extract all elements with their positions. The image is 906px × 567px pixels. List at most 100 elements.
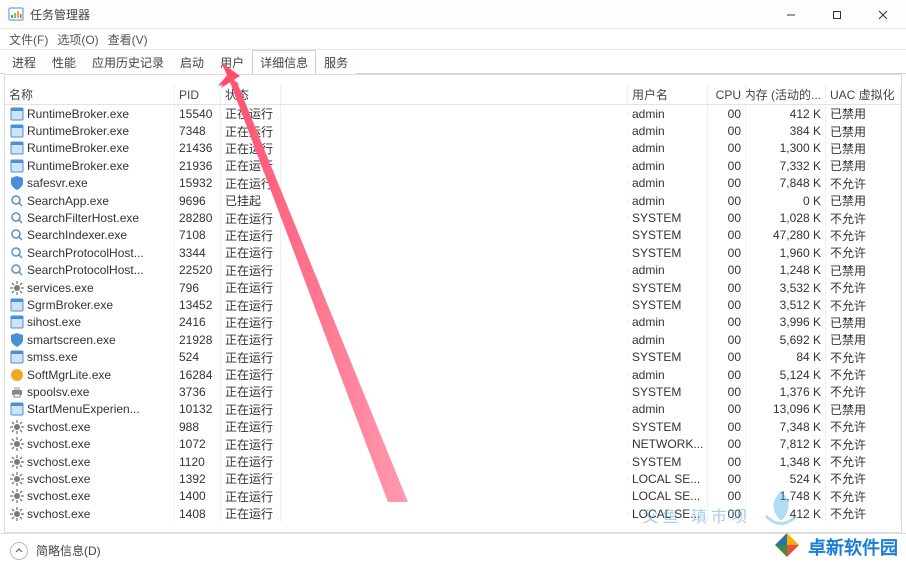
process-row[interactable]: RuntimeBroker.exe21936正在运行admin007,332 K… (5, 157, 901, 174)
process-pid: 9696 (175, 192, 221, 210)
process-cpu: 00 (708, 366, 746, 384)
process-name: svchost.exe (27, 420, 90, 434)
process-icon (9, 262, 25, 278)
process-pid: 15932 (175, 174, 221, 192)
col-header-name[interactable]: 名称 (5, 85, 175, 104)
process-user: admin (628, 261, 708, 279)
process-row[interactable]: svchost.exe1120正在运行SYSTEM001,348 K不允许 (5, 453, 901, 470)
process-user: SYSTEM (628, 209, 708, 227)
menu-view[interactable]: 查看(V) (104, 29, 152, 50)
process-status: 正在运行 (221, 503, 281, 522)
col-header-uac[interactable]: UAC 虚拟化 (826, 85, 901, 104)
tab-services[interactable]: 服务 (316, 50, 356, 74)
process-cpu: 00 (708, 226, 746, 244)
process-user: admin (628, 192, 708, 210)
process-pid: 21436 (175, 139, 221, 157)
process-row[interactable]: svchost.exe1072正在运行NETWORK...007,812 K不允… (5, 435, 901, 452)
process-memory: 5,692 K (746, 331, 826, 349)
process-icon (9, 106, 25, 122)
process-memory: 3,996 K (746, 313, 826, 331)
process-pid: 16284 (175, 366, 221, 384)
process-row[interactable]: sihost.exe2416正在运行admin003,996 K已禁用 (5, 314, 901, 331)
menu-file[interactable]: 文件(F) (5, 29, 52, 50)
process-name: RuntimeBroker.exe (27, 141, 129, 155)
process-row[interactable]: SearchProtocolHost...22520正在运行admin001,2… (5, 262, 901, 279)
col-header-status[interactable]: 状态 (221, 85, 281, 104)
process-name: sihost.exe (27, 315, 81, 329)
process-name: RuntimeBroker.exe (27, 159, 129, 173)
process-user: SYSTEM (628, 226, 708, 244)
process-pid: 15540 (175, 105, 221, 123)
tab-app-history[interactable]: 应用历史记录 (84, 50, 172, 74)
process-cpu: 00 (708, 400, 746, 418)
tab-details[interactable]: 详细信息 (252, 50, 316, 74)
process-row[interactable]: SoftMgrLite.exe16284正在运行admin005,124 K不允… (5, 366, 901, 383)
watermark-text: 卓新软件园 (808, 534, 898, 560)
process-icon (9, 436, 25, 452)
chevron-up-icon[interactable] (10, 542, 28, 560)
process-pid: 3736 (175, 383, 221, 401)
process-pid: 21928 (175, 331, 221, 349)
process-row[interactable]: StartMenuExperien...10132正在运行admin0013,0… (5, 401, 901, 418)
close-button[interactable] (860, 0, 906, 29)
brief-info-link[interactable]: 简略信息(D) (36, 542, 101, 559)
process-user: SYSTEM (628, 279, 708, 297)
process-row[interactable]: SearchApp.exe9696已挂起admin000 K已禁用 (5, 192, 901, 209)
process-pid: 7348 (175, 122, 221, 140)
process-icon (9, 140, 25, 156)
process-cpu: 00 (708, 105, 746, 123)
tab-startup[interactable]: 启动 (172, 50, 212, 74)
process-cpu: 00 (708, 418, 746, 436)
process-pid: 796 (175, 279, 221, 297)
process-memory: 84 K (746, 348, 826, 366)
process-row[interactable]: services.exe796正在运行SYSTEM003,532 K不允许 (5, 279, 901, 296)
process-user: SYSTEM (628, 244, 708, 262)
process-row[interactable]: safesvr.exe15932正在运行admin007,848 K不允许 (5, 175, 901, 192)
process-memory: 384 K (746, 122, 826, 140)
tab-users[interactable]: 用户 (212, 50, 252, 74)
process-memory: 3,512 K (746, 296, 826, 314)
process-row[interactable]: RuntimeBroker.exe21436正在运行admin001,300 K… (5, 140, 901, 157)
tab-processes[interactable]: 进程 (4, 50, 44, 74)
col-header-pid[interactable]: PID (175, 85, 221, 104)
process-row[interactable]: SearchFilterHost.exe28280正在运行SYSTEM001,0… (5, 209, 901, 226)
process-row[interactable]: RuntimeBroker.exe15540正在运行admin00412 K已禁… (5, 105, 901, 122)
process-name: svchost.exe (27, 455, 90, 469)
process-pid: 21936 (175, 157, 221, 175)
process-row[interactable]: SearchIndexer.exe7108正在运行SYSTEM0047,280 … (5, 227, 901, 244)
menu-options[interactable]: 选项(O) (53, 29, 102, 50)
process-name: safesvr.exe (27, 176, 88, 190)
titlebar: 任务管理器 (0, 0, 906, 29)
process-cpu: 00 (708, 174, 746, 192)
process-row[interactable]: svchost.exe988正在运行SYSTEM007,348 K不允许 (5, 418, 901, 435)
process-user: admin (628, 122, 708, 140)
process-pid: 1392 (175, 470, 221, 488)
col-header-spacer[interactable] (281, 85, 628, 104)
process-row[interactable]: svchost.exe1392正在运行LOCAL SE...00524 K不允许 (5, 470, 901, 487)
process-memory: 1,300 K (746, 139, 826, 157)
tab-performance[interactable]: 性能 (44, 50, 84, 74)
process-memory: 47,280 K (746, 226, 826, 244)
process-icon (9, 123, 25, 139)
process-row[interactable]: smss.exe524正在运行SYSTEM0084 K不允许 (5, 348, 901, 365)
process-icon (9, 297, 25, 313)
process-row[interactable]: SearchProtocolHost...3344正在运行SYSTEM001,9… (5, 244, 901, 261)
process-name: spoolsv.exe (27, 385, 89, 399)
col-header-memory[interactable]: 内存 (活动的... (746, 85, 826, 104)
process-row[interactable]: RuntimeBroker.exe7348正在运行admin00384 K已禁用 (5, 122, 901, 139)
maximize-button[interactable] (814, 0, 860, 29)
process-memory: 7,848 K (746, 174, 826, 192)
minimize-button[interactable] (768, 0, 814, 29)
process-row[interactable]: spoolsv.exe3736正在运行SYSTEM001,376 K不允许 (5, 383, 901, 400)
process-icon (9, 488, 25, 504)
process-name: RuntimeBroker.exe (27, 107, 129, 121)
process-icon (9, 332, 25, 348)
process-row[interactable]: SgrmBroker.exe13452正在运行SYSTEM003,512 K不允… (5, 296, 901, 313)
col-header-user[interactable]: 用户名 (628, 85, 708, 104)
process-memory: 0 K (746, 192, 826, 210)
process-icon (9, 280, 25, 296)
col-header-cpu[interactable]: CPU (708, 85, 746, 104)
process-name: smss.exe (27, 350, 78, 364)
process-row[interactable]: smartscreen.exe21928正在运行admin005,692 K已禁… (5, 331, 901, 348)
process-pid: 28280 (175, 209, 221, 227)
